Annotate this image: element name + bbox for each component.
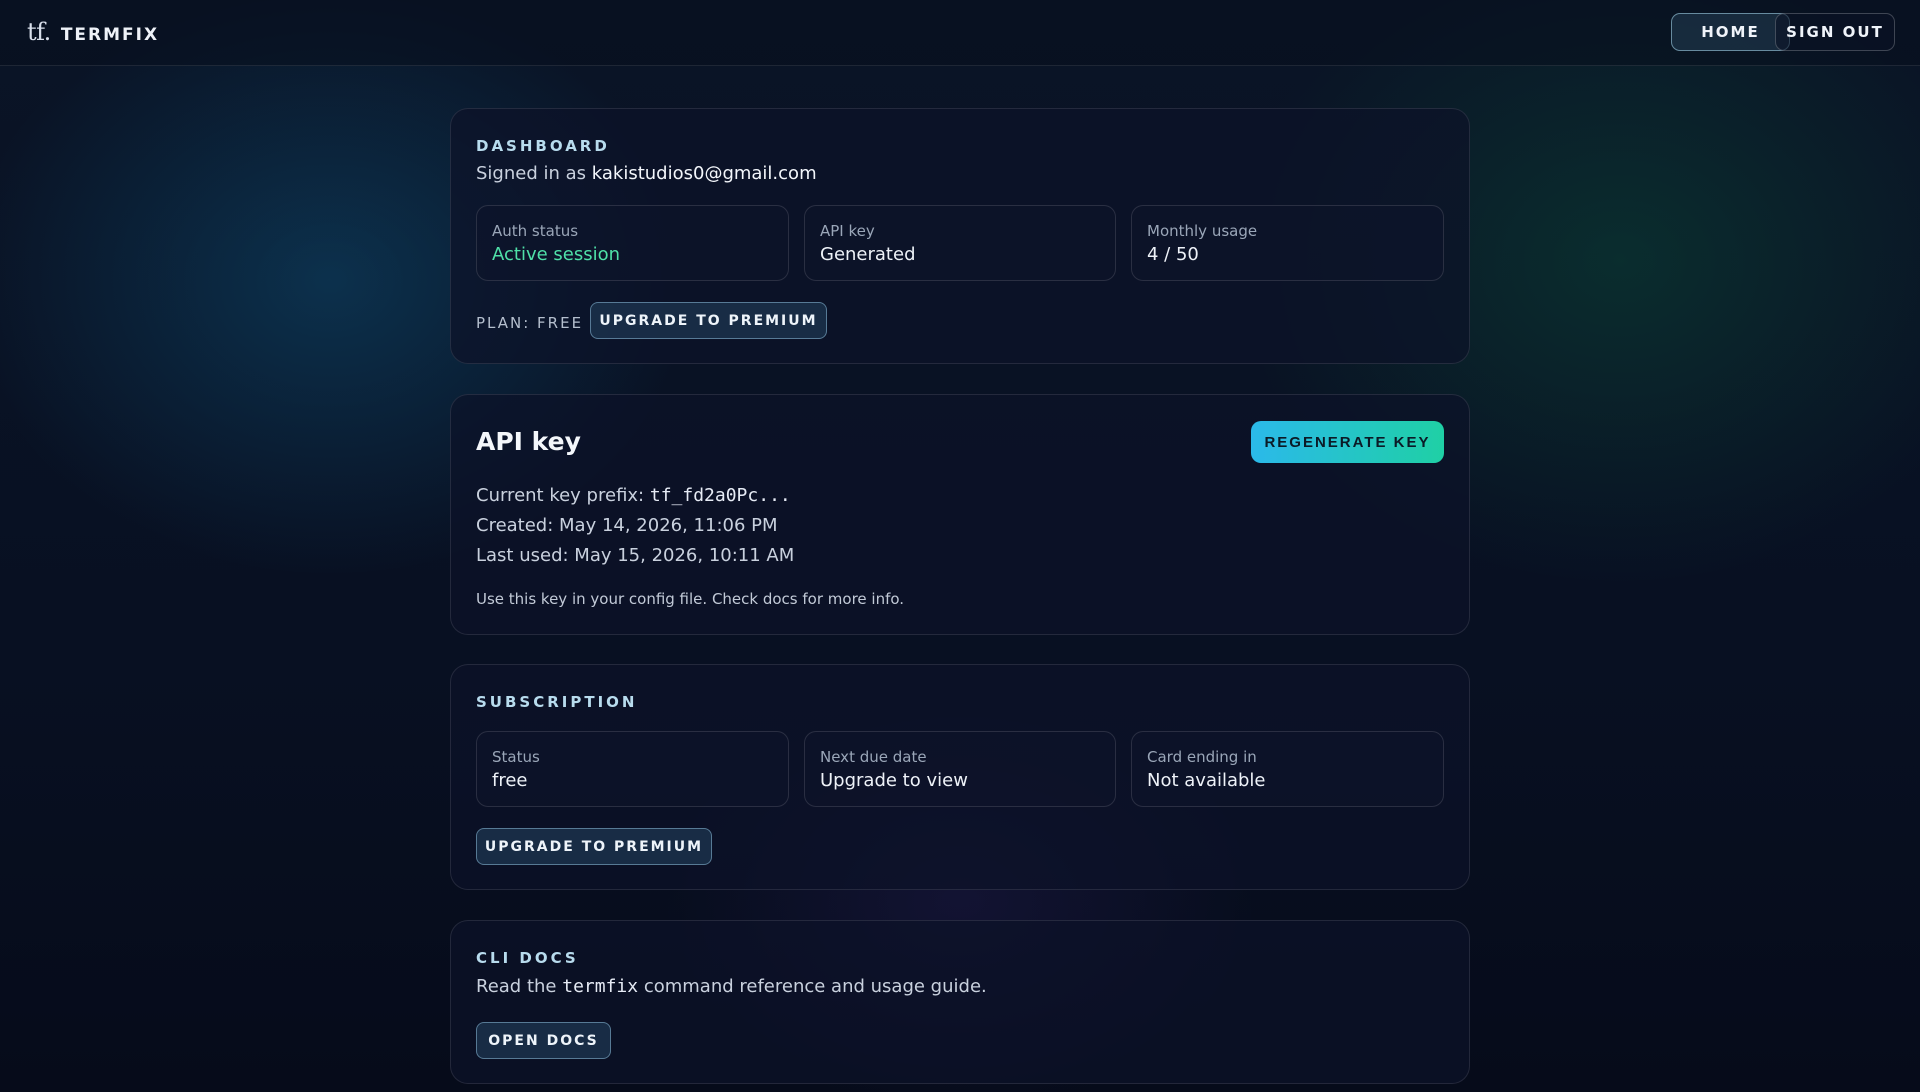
stat-label: Auth status: [492, 222, 579, 240]
cli-docs-heading: CLI DOCS: [476, 949, 579, 967]
card-ending-stat: Card ending in Not available: [1131, 731, 1444, 807]
logo-mark: tf.: [27, 18, 51, 46]
home-button[interactable]: HOME: [1671, 13, 1790, 51]
stat-label: Next due date: [820, 748, 927, 766]
cli-command-name: termfix: [562, 976, 639, 997]
card-ending-value: Not available: [1147, 770, 1266, 791]
next-due-date-stat: Next due date Upgrade to view: [804, 731, 1116, 807]
stat-label: Card ending in: [1147, 748, 1257, 766]
api-key-title: API key: [476, 427, 581, 456]
next-due-date-value: Upgrade to view: [820, 770, 968, 791]
cli-docs-text-before: Read the: [476, 976, 557, 997]
key-prefix-value: tf_fd2a0Pc...: [649, 485, 791, 506]
api-key-status-value: Generated: [820, 244, 916, 265]
brand-logo[interactable]: tf. TERMFIX: [27, 18, 159, 46]
sign-out-button[interactable]: SIGN OUT: [1775, 13, 1895, 51]
subscription-status-value: free: [492, 770, 528, 791]
signed-in-prefix: Signed in as: [476, 163, 587, 184]
cli-docs-text-after: command reference and usage guide.: [643, 976, 987, 997]
signed-in-line: Signed in as kakistudios0@gmail.com: [476, 163, 817, 184]
api-key-card: API key REGENERATE KEY Current key prefi…: [450, 394, 1470, 635]
regenerate-key-button[interactable]: REGENERATE KEY: [1251, 421, 1444, 463]
upgrade-to-premium-button[interactable]: UPGRADE TO PREMIUM: [590, 302, 827, 339]
dashboard-card: DASHBOARD Signed in as kakistudios0@gmai…: [450, 108, 1470, 364]
open-docs-button[interactable]: OPEN DOCS: [476, 1022, 611, 1059]
api-key-note: Use this key in your config file. Check …: [476, 590, 905, 608]
stat-label: Monthly usage: [1147, 222, 1258, 240]
subscription-upgrade-button[interactable]: UPGRADE TO PREMIUM: [476, 828, 712, 865]
stat-label: Status: [492, 748, 540, 766]
subscription-status-stat: Status free: [476, 731, 789, 807]
dashboard-heading: DASHBOARD: [476, 137, 610, 155]
auth-status-stat: Auth status Active session: [476, 205, 789, 281]
brand-name: TERMFIX: [60, 25, 160, 45]
key-prefix-line: Current key prefix: tf_fd2a0Pc...: [476, 485, 791, 506]
top-bar: tf. TERMFIX HOME SIGN OUT: [0, 0, 1920, 66]
subscription-heading: SUBSCRIPTION: [476, 693, 638, 711]
plan-label: PLAN: FREE: [476, 314, 584, 332]
subscription-card: SUBSCRIPTION Status free Next due date U…: [450, 664, 1470, 890]
key-prefix-label: Current key prefix:: [476, 485, 645, 506]
api-key-stat: API key Generated: [804, 205, 1116, 281]
stat-label: API key: [820, 222, 875, 240]
monthly-usage-stat: Monthly usage 4 / 50: [1131, 205, 1444, 281]
cli-docs-description: Read the termfix command reference and u…: [476, 976, 987, 997]
key-created-line: Created: May 14, 2026, 11:06 PM: [476, 515, 778, 536]
key-last-used-line: Last used: May 15, 2026, 10:11 AM: [476, 545, 795, 566]
monthly-usage-value: 4 / 50: [1147, 244, 1199, 265]
auth-status-value: Active session: [492, 244, 621, 265]
user-email: kakistudios0@gmail.com: [591, 163, 817, 184]
cli-docs-card: CLI DOCS Read the termfix command refere…: [450, 920, 1470, 1084]
